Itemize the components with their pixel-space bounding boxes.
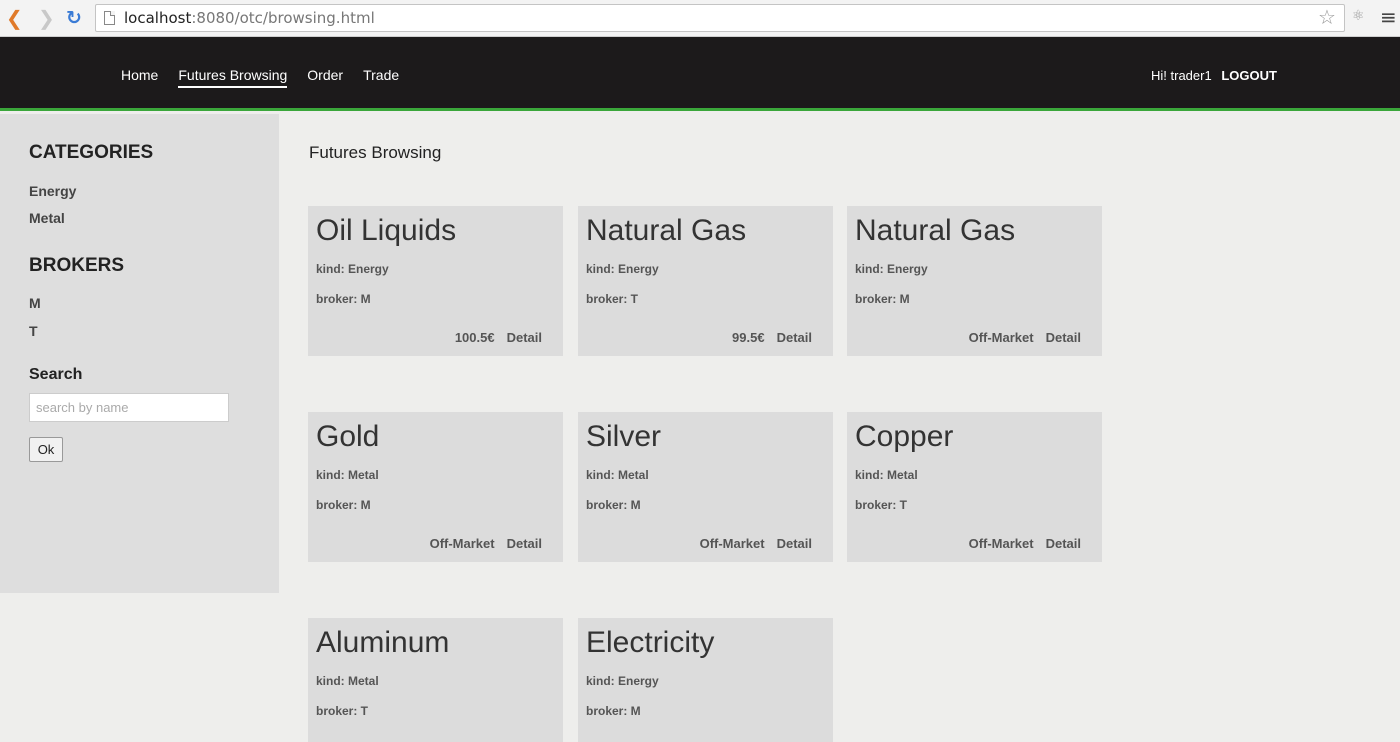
ok-button[interactable]: Ok [29, 437, 63, 462]
future-broker: broker: M [586, 498, 641, 512]
search-input[interactable] [29, 393, 229, 422]
detail-link[interactable]: Detail [507, 330, 542, 345]
address-bar[interactable]: localhost:8080/otc/browsing.html [95, 4, 1345, 32]
future-kind: kind: Metal [316, 674, 379, 688]
future-name: Natural Gas [586, 214, 747, 247]
top-nav: Home Futures Browsing Order Trade [121, 67, 419, 88]
future-price: Off-Market [968, 330, 1034, 345]
future-price: 100.5€ [454, 330, 495, 345]
future-kind: kind: Metal [316, 468, 379, 482]
future-name: Electricity [586, 626, 715, 659]
future-name: Natural Gas [855, 214, 1016, 247]
browser-toolbar: ❮ ❯ ↻ localhost:8080/otc/browsing.html ☆… [0, 0, 1400, 37]
future-card: Gold kind: Metal broker: M Off-Market Det… [308, 412, 563, 562]
back-icon[interactable]: ❮ [6, 8, 23, 28]
category-energy[interactable]: Energy [29, 183, 76, 199]
brokers-heading: BROKERS [29, 255, 125, 276]
nav-futures-browsing[interactable]: Futures Browsing [178, 67, 288, 88]
future-price: 99.5€ [732, 330, 765, 345]
logout-link[interactable]: LOGOUT [1221, 68, 1277, 83]
browser-menu-icon[interactable]: ≡ [1380, 5, 1397, 29]
future-card: Natural Gas kind: Energy broker: M Off-M… [847, 206, 1102, 356]
user-box: Hi! trader1 LOGOUT [1151, 68, 1277, 83]
bookmark-star-icon[interactable]: ☆ [1318, 5, 1336, 29]
future-name: Gold [316, 420, 380, 453]
broker-m[interactable]: M [29, 295, 41, 311]
future-kind: kind: Energy [586, 674, 659, 688]
future-price: Off-Market [429, 536, 495, 551]
future-kind: kind: Metal [855, 468, 918, 482]
future-name: Oil Liquids [316, 214, 457, 247]
future-card: Natural Gas kind: Energy broker: T 99.5€… [578, 206, 833, 356]
future-card: Silver kind: Metal broker: M Off-Market D… [578, 412, 833, 562]
nav-trade[interactable]: Trade [363, 67, 399, 88]
page-icon [104, 11, 115, 25]
future-price: Off-Market [968, 536, 1034, 551]
detail-link[interactable]: Detail [1046, 536, 1081, 551]
future-name: Copper [855, 420, 954, 453]
future-broker: broker: T [586, 292, 639, 306]
future-card: Oil Liquids kind: Energy broker: M 100.5… [308, 206, 563, 356]
category-metal[interactable]: Metal [29, 210, 65, 226]
url-text[interactable]: localhost:8080/otc/browsing.html [124, 9, 375, 27]
future-broker: broker: M [855, 292, 910, 306]
future-broker: broker: T [855, 498, 908, 512]
detail-link[interactable]: Detail [507, 536, 542, 551]
future-kind: kind: Energy [316, 262, 389, 276]
future-name: Silver [586, 420, 662, 453]
future-broker: broker: T [316, 704, 369, 718]
page-title: Futures Browsing [309, 143, 442, 162]
app-header: Home Futures Browsing Order Trade Hi! tr… [0, 37, 1400, 111]
future-broker: broker: M [316, 498, 371, 512]
detail-link[interactable]: Detail [777, 536, 812, 551]
future-card: Aluminum kind: Metal broker: T [308, 618, 563, 742]
future-broker: broker: M [316, 292, 371, 306]
future-kind: kind: Energy [855, 262, 928, 276]
detail-link[interactable]: Detail [1046, 330, 1081, 345]
forward-icon[interactable]: ❯ [38, 8, 55, 28]
search-heading: Search [29, 366, 83, 383]
sidebar: CATEGORIES Energy Metal BROKERS M T Sear… [0, 114, 279, 593]
future-name: Aluminum [316, 626, 450, 659]
future-card: Copper kind: Metal broker: T Off-Market D… [847, 412, 1102, 562]
detail-link[interactable]: Detail [777, 330, 812, 345]
nav-home[interactable]: Home [121, 67, 158, 88]
future-kind: kind: Energy [586, 262, 659, 276]
future-price: Off-Market [699, 536, 765, 551]
future-kind: kind: Metal [586, 468, 649, 482]
categories-heading: CATEGORIES [29, 142, 154, 163]
broker-t[interactable]: T [29, 323, 38, 339]
future-card: Electricity kind: Energy broker: M [578, 618, 833, 742]
future-broker: broker: M [586, 704, 641, 718]
nav-order[interactable]: Order [307, 67, 343, 88]
reload-icon[interactable]: ↻ [66, 8, 82, 28]
user-greeting: Hi! trader1 [1151, 68, 1212, 83]
extension-icon[interactable]: ⚛ [1352, 8, 1365, 24]
